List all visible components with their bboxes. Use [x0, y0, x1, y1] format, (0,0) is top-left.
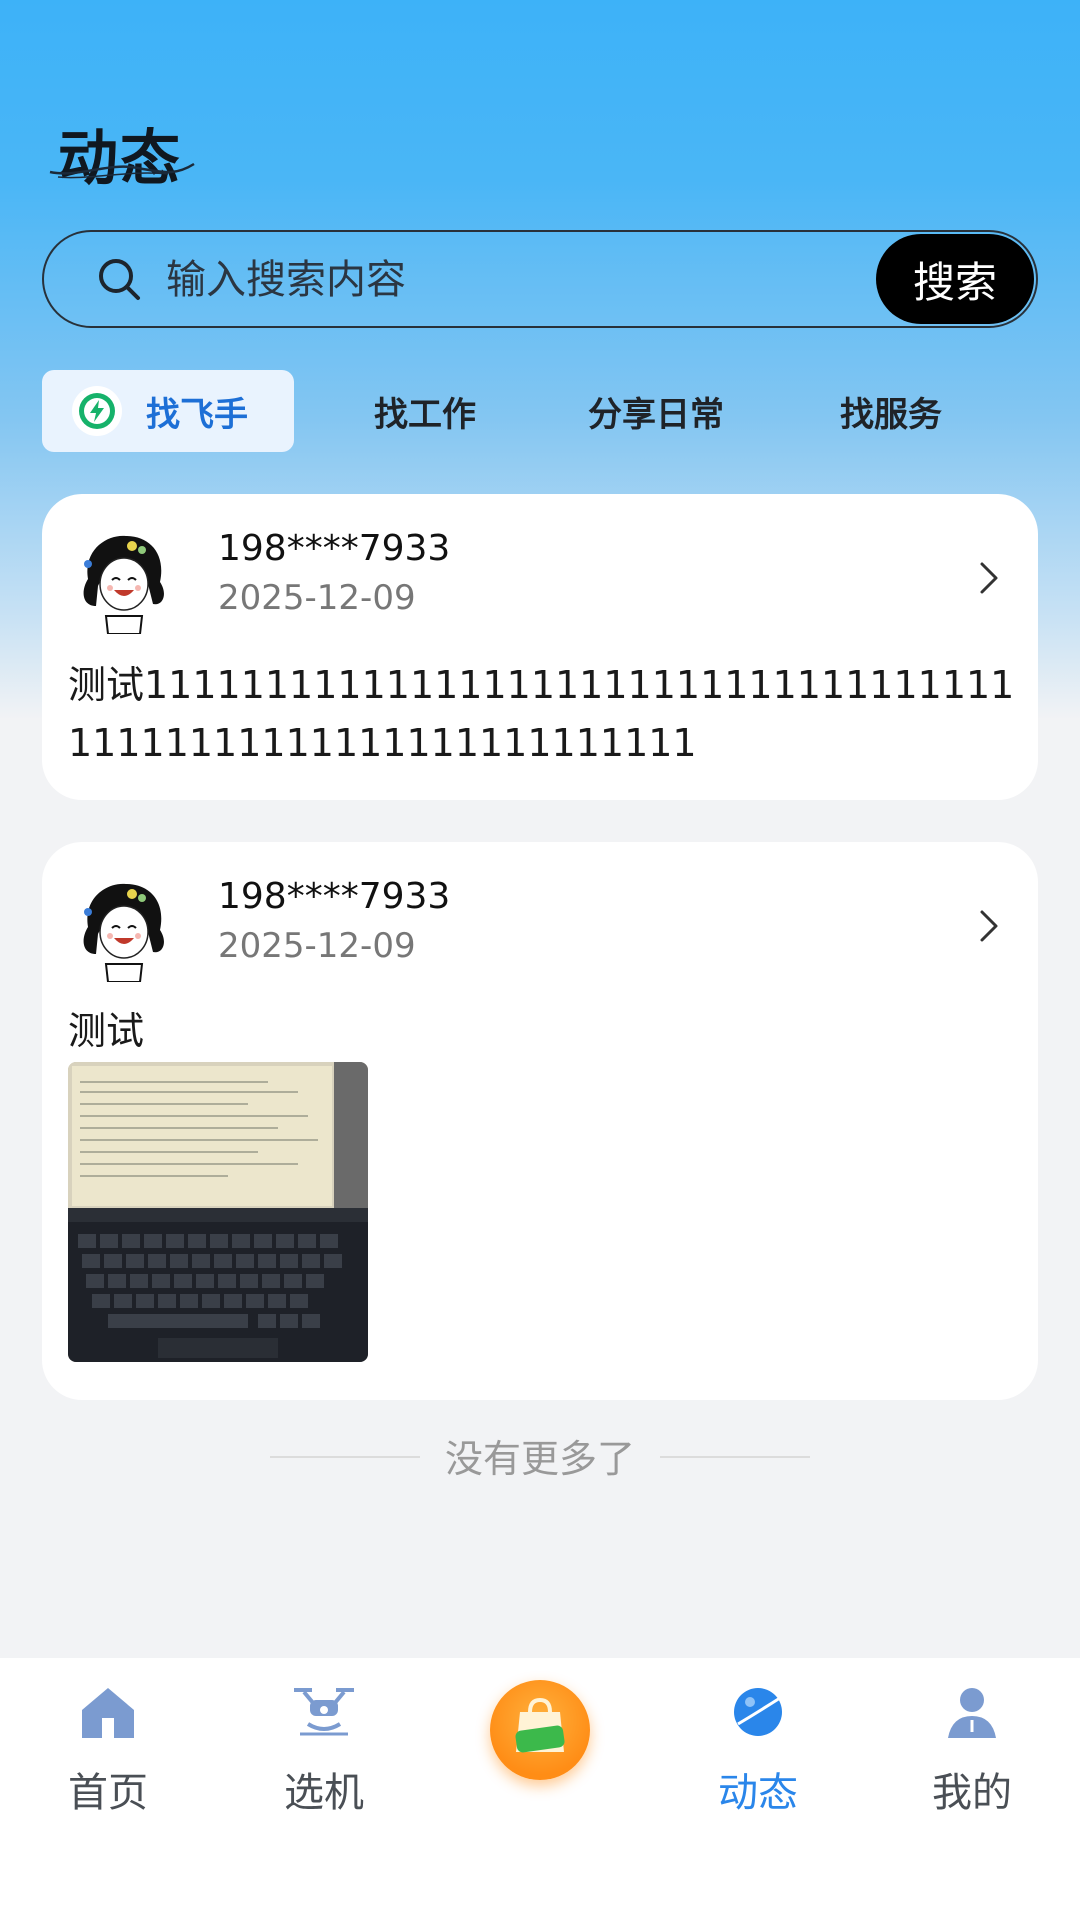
post-text: 测试	[68, 1009, 145, 1053]
tab-label: 分享日常	[588, 394, 724, 435]
tab-find-pilot[interactable]: 找飞手	[42, 370, 294, 452]
home-icon	[82, 1688, 134, 1738]
tab-label: 找服务	[840, 394, 942, 435]
tab-label: 找工作	[374, 394, 476, 435]
chevron-right-icon[interactable]	[974, 558, 1004, 598]
divider-right	[660, 1456, 810, 1458]
chevron-right-icon[interactable]	[974, 906, 1004, 946]
no-more-text: 没有更多了	[444, 1437, 635, 1481]
post-username: 198****7933	[218, 528, 451, 569]
category-tabs: 找飞手 找工作 分享日常 找服务	[42, 370, 1042, 452]
search-button[interactable]: 搜索	[876, 234, 1034, 324]
tabbar-item-home[interactable]: 首页	[28, 1678, 188, 1818]
post-card[interactable]: 198****7933 2025-12-09 测试111111111111111…	[42, 494, 1038, 800]
post-date: 2025-12-09	[218, 926, 416, 966]
post-username: 198****7933	[218, 876, 451, 917]
tabbar-label: 动态	[718, 1770, 798, 1816]
post-text: 测试11111111111111111111111111111111111111…	[68, 663, 1015, 765]
tab-label: 找飞手	[146, 394, 248, 435]
search-icon	[99, 259, 140, 300]
user-icon	[948, 1688, 996, 1738]
planet-icon	[734, 1688, 782, 1736]
tabbar-item-feed[interactable]: 动态	[678, 1678, 838, 1818]
drone-icon	[294, 1688, 354, 1736]
bottom-tabbar: 首页 选机 动态 我的	[0, 1658, 1080, 1920]
tabbar-label: 选机	[284, 1770, 364, 1816]
post-photo-laptop[interactable]	[68, 1062, 368, 1362]
avatar[interactable]	[68, 872, 178, 982]
post-card[interactable]: 198****7933 2025-12-09 测试	[42, 842, 1038, 1400]
tabbar-item-select-drone[interactable]: 选机	[244, 1678, 404, 1818]
tabbar-label: 我的	[932, 1770, 1012, 1816]
post-date: 2025-12-09	[218, 578, 416, 618]
tabbar-item-mine[interactable]: 我的	[892, 1678, 1052, 1818]
tab-share-daily[interactable]: 分享日常	[588, 370, 724, 452]
tab-find-service[interactable]: 找服务	[840, 370, 942, 452]
lightning-badge-icon	[72, 386, 122, 436]
tabbar-label: 首页	[68, 1770, 148, 1816]
avatar[interactable]	[68, 524, 178, 634]
sell-bag-icon[interactable]	[490, 1680, 590, 1780]
tab-find-job[interactable]: 找工作	[374, 370, 476, 452]
title-underline-decoration	[49, 162, 195, 179]
search-input[interactable]	[164, 250, 768, 310]
search-bar: 搜索	[42, 230, 1038, 328]
